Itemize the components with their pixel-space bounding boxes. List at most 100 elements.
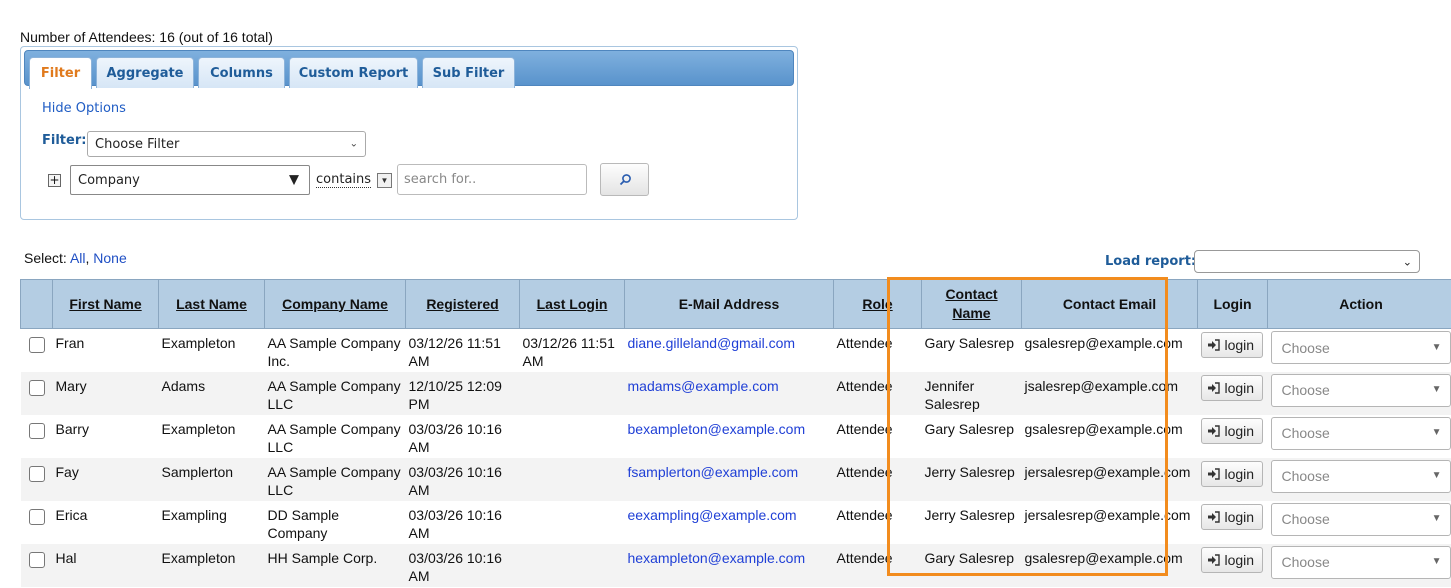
email-link[interactable]: madams@example.com xyxy=(628,378,779,394)
operator-label[interactable]: contains xyxy=(316,173,372,188)
col-action: Action xyxy=(1267,279,1451,329)
tab-columns[interactable]: Columns xyxy=(198,57,285,88)
tab-bar: Filter Aggregate Columns Custom Report S… xyxy=(24,50,794,89)
tab-sub-filter[interactable]: Sub Filter xyxy=(422,57,515,88)
chevron-down-icon: ▼ xyxy=(289,172,299,188)
attendee-table: First Name Last Name Company Name Regist… xyxy=(20,279,1451,587)
action-select-value: Choose xyxy=(1281,554,1330,570)
col-last-name[interactable]: Last Name xyxy=(158,279,265,329)
search-input[interactable] xyxy=(397,164,587,195)
col-first-name[interactable]: First Name xyxy=(52,279,159,329)
col-registered[interactable]: Registered xyxy=(405,279,520,329)
col-contact-name-label[interactable]: Contact Name xyxy=(945,286,997,321)
col-select xyxy=(20,279,53,329)
cell-company-name: AA Sample Company LLC xyxy=(264,457,406,501)
login-button-label: login xyxy=(1224,379,1255,396)
row-checkbox[interactable] xyxy=(28,508,45,525)
login-button[interactable]: login xyxy=(1200,332,1263,358)
col-last-login[interactable]: Last Login xyxy=(519,279,625,329)
login-button[interactable]: login xyxy=(1200,374,1263,401)
login-button-label: login xyxy=(1224,465,1255,482)
login-button-label: login xyxy=(1224,422,1255,439)
col-contact-name[interactable]: Contact Name xyxy=(921,279,1022,329)
select-all-link[interactable]: All xyxy=(70,250,86,266)
row-checkbox[interactable] xyxy=(28,422,45,439)
email-link[interactable]: bexampleton@example.com xyxy=(628,421,806,437)
col-role[interactable]: Role xyxy=(833,279,922,329)
plus-icon[interactable]: + xyxy=(48,174,61,187)
row-checkbox[interactable] xyxy=(28,465,45,482)
col-first-name-label[interactable]: First Name xyxy=(69,296,141,312)
email-link[interactable]: hexampleton@example.com xyxy=(628,550,806,566)
select-none-link[interactable]: None xyxy=(93,250,126,266)
cell-first-name: Fay xyxy=(52,457,159,501)
email-link[interactable]: eexampling@example.com xyxy=(628,507,797,523)
cell-company-name: AA Sample Company Inc. xyxy=(267,335,401,369)
action-select-value: Choose xyxy=(1281,511,1330,527)
cell-last-name: Exampleton xyxy=(161,335,236,351)
tab-filter[interactable]: Filter xyxy=(29,57,92,89)
action-select[interactable]: Choose ▼ xyxy=(1270,502,1451,536)
cell-registered: 03/03/26 10:16 AM xyxy=(405,543,520,587)
col-registered-label[interactable]: Registered xyxy=(426,296,498,312)
cell-last-name: Exampleton xyxy=(158,543,265,587)
login-button[interactable]: login xyxy=(1200,546,1263,573)
load-report-select[interactable]: ⌄ xyxy=(1194,250,1420,273)
select-separator: , xyxy=(85,250,90,266)
login-icon xyxy=(1207,467,1220,480)
cell-role: Attendee xyxy=(833,371,922,415)
row-checkbox[interactable] xyxy=(28,379,45,396)
action-select-value: Choose xyxy=(1281,468,1330,484)
cell-last-login: 03/12/26 11:51 AM xyxy=(522,335,615,369)
row-checkbox[interactable] xyxy=(28,337,45,353)
field-select[interactable]: Company ▼ xyxy=(70,165,310,195)
filter-select[interactable]: Choose Filter ⌄ xyxy=(87,131,366,157)
chevron-down-icon: ▼ xyxy=(1431,556,1442,567)
cell-registered: 03/03/26 10:16 AM xyxy=(405,457,520,501)
chevron-down-icon[interactable]: ▼ xyxy=(377,173,392,188)
row-checkbox[interactable] xyxy=(28,551,45,568)
col-contact-email: Contact Email xyxy=(1021,279,1198,329)
hide-options-link[interactable]: Hide Options xyxy=(42,101,126,116)
cell-last-login xyxy=(520,501,625,544)
table-row: Erica Exampling DD Sample Company 03/03/… xyxy=(21,501,1451,544)
action-select[interactable]: Choose ▼ xyxy=(1270,416,1451,450)
login-button[interactable]: login xyxy=(1200,417,1263,444)
col-last-name-label[interactable]: Last Name xyxy=(176,296,247,312)
login-button-label: login xyxy=(1224,337,1255,353)
login-button[interactable]: login xyxy=(1200,503,1263,530)
login-button[interactable]: login xyxy=(1200,460,1263,487)
cell-contact-name: Gary Salesrep xyxy=(921,543,1022,587)
cell-role: Attendee xyxy=(833,457,922,501)
cell-last-name: Exampleton xyxy=(161,420,236,437)
filter-select-value: Choose Filter xyxy=(95,136,180,152)
action-select[interactable]: Choose ▼ xyxy=(1270,373,1451,407)
table-header-row: First Name Last Name Company Name Regist… xyxy=(20,279,1451,329)
cell-contact-email: gsalesrep@example.com xyxy=(1024,335,1183,351)
tab-aggregate[interactable]: Aggregate xyxy=(96,57,194,88)
cell-registered: 03/03/26 10:16 AM xyxy=(408,506,502,541)
attendee-count: Number of Attendees: 16 (out of 16 total… xyxy=(20,29,273,45)
email-link[interactable]: diane.gilleland@gmail.com xyxy=(628,335,796,351)
cell-first-name: Fran xyxy=(55,335,85,351)
col-company-name[interactable]: Company Name xyxy=(264,279,406,329)
chevron-down-icon: ▼ xyxy=(1431,384,1442,395)
table-row: Fay Samplerton AA Sample Company LLC 03/… xyxy=(20,457,1451,501)
cell-contact-email: gsalesrep@example.com xyxy=(1021,543,1198,587)
email-link[interactable]: fsamplerton@example.com xyxy=(628,464,799,480)
action-select[interactable]: Choose ▼ xyxy=(1270,545,1451,579)
cell-last-login xyxy=(520,415,625,458)
col-company-name-label[interactable]: Company Name xyxy=(282,296,388,312)
cell-company-name: AA Sample Company LLC xyxy=(267,420,401,455)
action-select[interactable]: Choose ▼ xyxy=(1270,331,1451,364)
col-last-login-label[interactable]: Last Login xyxy=(537,296,608,312)
cell-role: Attendee xyxy=(836,506,893,523)
action-select[interactable]: Choose ▼ xyxy=(1270,459,1451,493)
col-email: E-Mail Address xyxy=(624,279,834,329)
col-role-label[interactable]: Role xyxy=(862,296,892,312)
search-button[interactable] xyxy=(600,163,649,196)
chevron-down-icon: ▼ xyxy=(1431,513,1442,524)
tab-custom-report[interactable]: Custom Report xyxy=(289,57,418,88)
login-icon xyxy=(1207,424,1220,437)
cell-role: Attendee xyxy=(836,420,893,437)
